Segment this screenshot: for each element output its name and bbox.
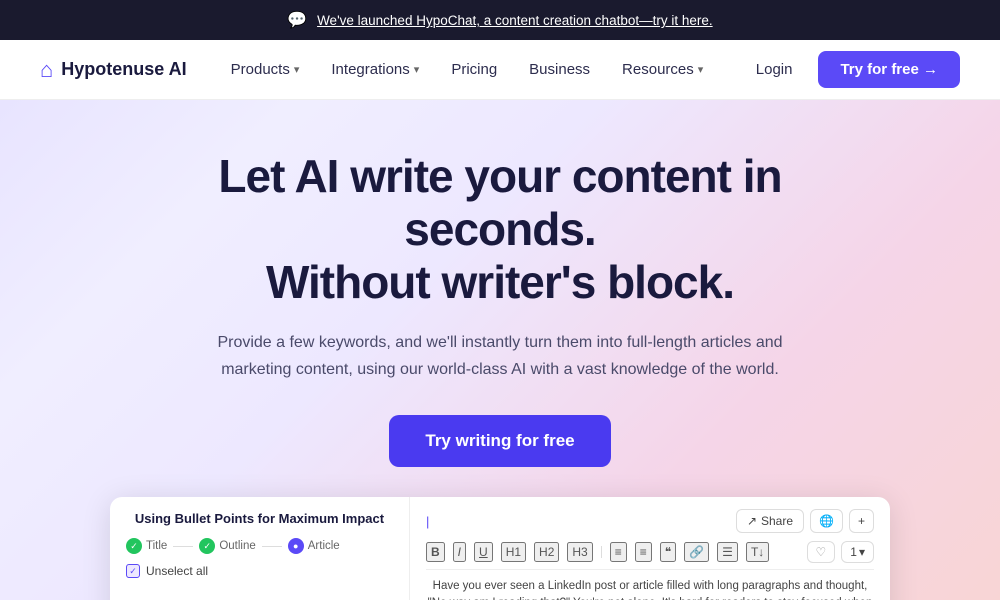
h1-button[interactable]: H1 xyxy=(501,542,526,562)
chevron-down-icon: ▾ xyxy=(294,63,300,76)
login-link[interactable]: Login xyxy=(740,53,809,86)
hero-subtext: Provide a few keywords, and we'll instan… xyxy=(210,329,790,383)
preview-right-panel: | ↗ Share 🌐 + B I U H xyxy=(410,497,890,600)
announcement-bar: 💬 We've launched HypoChat, a content cre… xyxy=(0,0,1000,40)
font-button[interactable]: T↓ xyxy=(746,542,769,562)
logo-text: Hypotenuse AI xyxy=(61,59,186,80)
nav-item-integrations[interactable]: Integrations ▾ xyxy=(317,53,433,86)
list-button[interactable]: ≡ xyxy=(610,542,627,562)
announcement-icon: 💬 xyxy=(287,10,307,30)
preview-steps: ✓ Title ✓ Outline ● Article xyxy=(126,538,393,554)
h3-button[interactable]: H3 xyxy=(567,542,592,562)
preview-toolbar-top: | ↗ Share 🌐 + xyxy=(426,509,874,533)
share-icon: ↗ xyxy=(747,514,757,528)
chevron-down-icon: ▾ xyxy=(859,545,865,559)
hero-headline: Let AI write your content in seconds. Wi… xyxy=(140,150,860,309)
cursor-icon: | xyxy=(426,514,429,529)
nav-item-resources[interactable]: Resources ▾ xyxy=(608,53,717,86)
step-check-title: ✓ xyxy=(126,538,142,554)
nav-item-products[interactable]: Products ▾ xyxy=(217,53,314,86)
unselect-all[interactable]: ✓ Unselect all xyxy=(126,564,393,578)
article-preview-text: Have you ever seen a LinkedIn post or ar… xyxy=(426,578,874,600)
favorite-button[interactable]: ♡ xyxy=(807,541,836,563)
toolbar-separator-1 xyxy=(601,546,602,558)
preview-toolbar-buttons: ↗ Share 🌐 + xyxy=(736,509,874,533)
italic-button[interactable]: I xyxy=(453,542,466,562)
hero-cta-button[interactable]: Try writing for free xyxy=(389,415,610,467)
logo-icon: ⌂ xyxy=(40,57,53,83)
unselect-checkbox[interactable]: ✓ xyxy=(126,564,140,578)
ordered-list-button[interactable]: ≡ xyxy=(635,542,652,562)
step-outline: ✓ Outline xyxy=(199,538,255,554)
chevron-down-icon: ▾ xyxy=(698,63,704,76)
add-button[interactable]: + xyxy=(849,509,874,533)
nav-right: Login Try for free → xyxy=(740,51,960,88)
format-toolbar: B I U H1 H2 H3 ≡ ≡ ❝ 🔗 ☰ T↓ ♡ xyxy=(426,541,874,570)
h2-button[interactable]: H2 xyxy=(534,542,559,562)
right-actions: ♡ 1 ▾ xyxy=(807,541,874,563)
logo-link[interactable]: ⌂ Hypotenuse AI xyxy=(40,57,187,83)
chevron-down-icon: ▾ xyxy=(414,63,420,76)
navbar: ⌂ Hypotenuse AI Products ▾ Integrations … xyxy=(0,40,1000,100)
step-check-article: ● xyxy=(288,538,304,554)
bold-button[interactable]: B xyxy=(426,542,445,562)
link-button[interactable]: 🔗 xyxy=(684,542,709,562)
underline-button[interactable]: U xyxy=(474,542,493,562)
step-article: ● Article xyxy=(288,538,340,554)
nav-item-business[interactable]: Business xyxy=(515,53,604,86)
translate-button[interactable]: 🌐 xyxy=(810,509,843,533)
step-title: ✓ Title xyxy=(126,538,167,554)
step-check-outline: ✓ xyxy=(199,538,215,554)
translate-icon: 🌐 xyxy=(819,514,834,528)
app-preview: Using Bullet Points for Maximum Impact ✓… xyxy=(110,497,890,600)
quote-button[interactable]: ❝ xyxy=(660,542,676,562)
heart-icon: ♡ xyxy=(816,545,827,559)
nav-item-pricing[interactable]: Pricing xyxy=(437,53,511,86)
share-button[interactable]: ↗ Share xyxy=(736,509,804,533)
hero-section: Let AI write your content in seconds. Wi… xyxy=(0,100,1000,600)
counter-button[interactable]: 1 ▾ xyxy=(841,541,874,563)
preview-doc-title: Using Bullet Points for Maximum Impact xyxy=(126,511,393,526)
step-line-2 xyxy=(262,546,282,547)
preview-left-panel: Using Bullet Points for Maximum Impact ✓… xyxy=(110,497,410,600)
plus-icon: + xyxy=(858,514,865,528)
nav-cta-button[interactable]: Try for free → xyxy=(818,51,960,88)
align-button[interactable]: ☰ xyxy=(717,542,738,562)
announcement-link[interactable]: We've launched HypoChat, a content creat… xyxy=(317,13,713,28)
step-line-1 xyxy=(173,546,193,547)
nav-links: Products ▾ Integrations ▾ Pricing Busine… xyxy=(217,53,740,86)
